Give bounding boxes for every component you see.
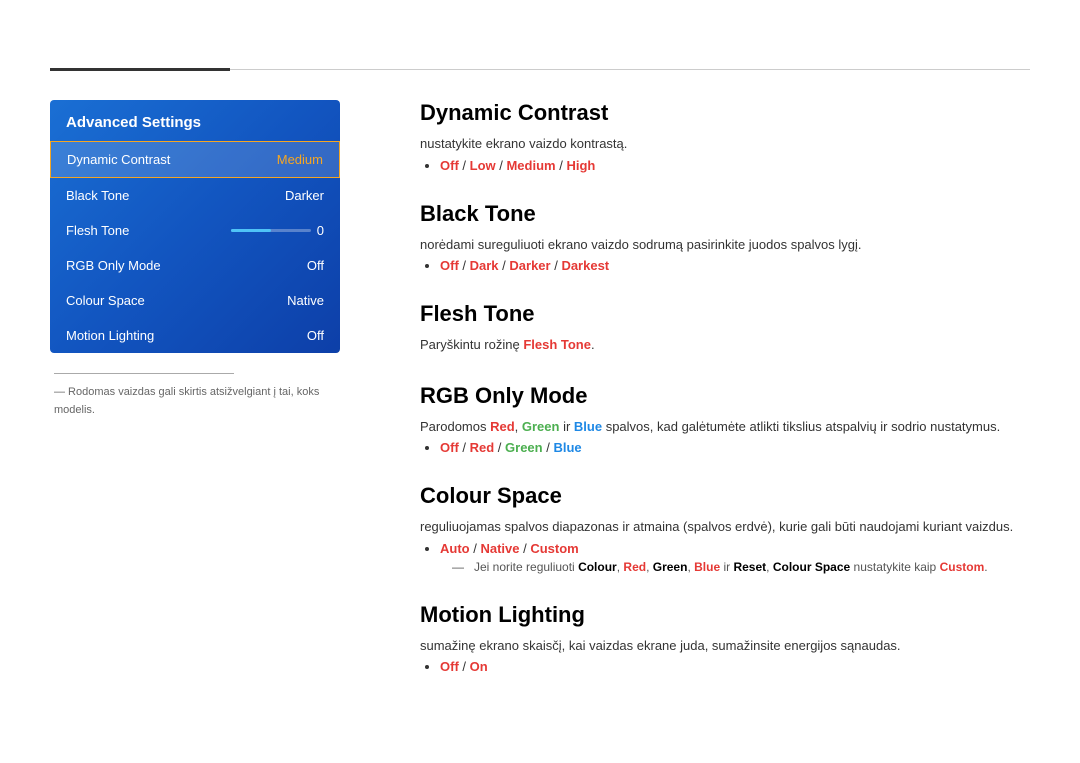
right-content: Dynamic Contrast nustatykite ekrano vaiz… [420,100,1030,702]
option-dynamic-contrast-values: Off / Low / Medium / High [440,158,1030,173]
section-colour-space: Colour Space reguliuojamas spalvos diapa… [420,483,1030,574]
section-desc-motion-lighting: sumažinę ekrano skaisčį, kai vaizdas ekr… [420,636,1030,656]
opt-green-2: Green [505,440,543,455]
top-decorative-lines [50,68,1030,71]
opt-native: Native [480,541,519,556]
opt-blue: Blue [574,419,602,434]
opt-blue-2: Blue [553,440,581,455]
section-title-motion-lighting: Motion Lighting [420,602,1030,628]
section-title-dynamic-contrast: Dynamic Contrast [420,100,1030,126]
menu-item-rgb-only-mode-value: Off [307,258,324,273]
colour-space-note-text: Jei norite reguliuoti Colour, Red, Green… [474,560,988,574]
opt-custom: Custom [530,541,578,556]
menu-item-flesh-tone-label: Flesh Tone [66,223,129,238]
section-desc-flesh-tone: Paryškintu rožinę Flesh Tone. [420,335,1030,355]
option-rgb-values: Off / Red / Green / Blue [440,440,1030,455]
opt-high: High [566,158,595,173]
opt-red: Red [490,419,515,434]
opt-off-motion: Off [440,659,459,674]
slider-value: 0 [317,223,324,238]
section-desc-colour-space: reguliuojamas spalvos diapazonas ir atma… [420,517,1030,537]
slider-track[interactable] [231,229,311,232]
section-options-dynamic-contrast: Off / Low / Medium / High [436,158,1030,173]
option-black-tone-values: Off / Dark / Darker / Darkest [440,258,1030,273]
menu-item-dynamic-contrast-value: Medium [277,152,323,167]
menu-item-dynamic-contrast[interactable]: Dynamic Contrast Medium [50,141,340,178]
menu-item-colour-space-value: Native [287,293,324,308]
section-options-colour-space: Auto / Native / Custom [436,541,1030,556]
colour-space-note-dash: ― [452,560,468,574]
panel-note: ― Rodomas vaizdas gali skirtis atsižvelg… [50,373,340,418]
section-options-motion-lighting: Off / On [436,659,1030,674]
section-flesh-tone: Flesh Tone Paryškintu rožinę Flesh Tone. [420,301,1030,355]
menu-item-rgb-only-mode-label: RGB Only Mode [66,258,161,273]
opt-dark: Dark [470,258,499,273]
opt-off-rgb: Off [440,440,459,455]
section-options-black-tone: Off / Dark / Darker / Darkest [436,258,1030,273]
section-title-rgb-only-mode: RGB Only Mode [420,383,1030,409]
flesh-tone-slider-group: 0 [231,223,324,238]
opt-darker: Darker [509,258,550,273]
section-options-rgb-only-mode: Off / Red / Green / Blue [436,440,1030,455]
slider-fill [231,229,271,232]
panel-title: Advanced Settings [50,100,340,141]
top-line-light [230,69,1030,70]
menu-item-black-tone-value: Darker [285,188,324,203]
top-line-dark [50,68,230,71]
section-motion-lighting: Motion Lighting sumažinę ekrano skaisčį,… [420,602,1030,675]
advanced-settings-box: Advanced Settings Dynamic Contrast Mediu… [50,100,340,353]
opt-off: Off [440,158,459,173]
opt-auto: Auto [440,541,470,556]
opt-low: Low [470,158,496,173]
opt-red-2: Red [470,440,495,455]
opt-off-2: Off [440,258,459,273]
panel-note-text: ― Rodomas vaizdas gali skirtis atsižvelg… [54,386,319,416]
section-title-flesh-tone: Flesh Tone [420,301,1030,327]
section-black-tone: Black Tone norėdami sureguliuoti ekrano … [420,201,1030,274]
opt-flesh: Flesh Tone [523,337,591,352]
menu-item-colour-space-label: Colour Space [66,293,145,308]
section-desc-dynamic-contrast: nustatykite ekrano vaizdo kontrastą. [420,134,1030,154]
opt-medium: Medium [506,158,555,173]
menu-item-colour-space[interactable]: Colour Space Native [50,283,340,318]
menu-item-black-tone[interactable]: Black Tone Darker [50,178,340,213]
menu-item-motion-lighting-label: Motion Lighting [66,328,154,343]
menu-item-black-tone-label: Black Tone [66,188,129,203]
section-title-colour-space: Colour Space [420,483,1030,509]
option-colour-space-values: Auto / Native / Custom [440,541,1030,556]
section-desc-rgb-only-mode: Parodomos Red, Green ir Blue spalvos, ka… [420,417,1030,437]
opt-darkest: Darkest [561,258,609,273]
left-panel: Advanced Settings Dynamic Contrast Mediu… [50,100,340,418]
section-dynamic-contrast: Dynamic Contrast nustatykite ekrano vaiz… [420,100,1030,173]
menu-item-flesh-tone[interactable]: Flesh Tone 0 [50,213,340,248]
panel-note-line [54,373,234,374]
opt-on: On [470,659,488,674]
menu-item-dynamic-contrast-label: Dynamic Contrast [67,152,170,167]
menu-item-rgb-only-mode[interactable]: RGB Only Mode Off [50,248,340,283]
section-rgb-only-mode: RGB Only Mode Parodomos Red, Green ir Bl… [420,383,1030,456]
opt-green: Green [522,419,560,434]
colour-space-note: ― Jei norite reguliuoti Colour, Red, Gre… [452,560,1030,574]
section-desc-black-tone: norėdami sureguliuoti ekrano vaizdo sodr… [420,235,1030,255]
section-title-black-tone: Black Tone [420,201,1030,227]
option-motion-lighting-values: Off / On [440,659,1030,674]
menu-item-motion-lighting-value: Off [307,328,324,343]
menu-item-motion-lighting[interactable]: Motion Lighting Off [50,318,340,353]
